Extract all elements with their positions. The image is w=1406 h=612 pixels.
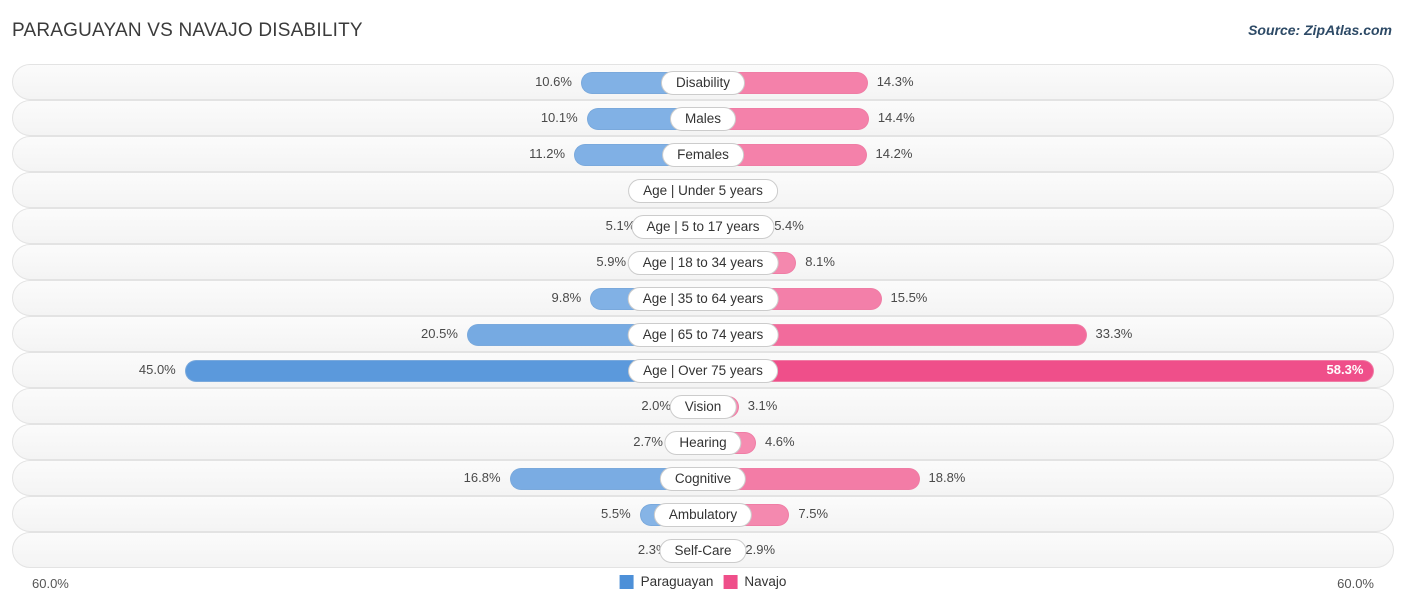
category-label: Age | 5 to 17 years bbox=[631, 215, 775, 239]
legend-label-navajo: Navajo bbox=[744, 574, 787, 589]
value-label-navajo: 58.3% bbox=[1326, 362, 1364, 377]
chart-legend: Paraguayan Navajo bbox=[619, 574, 786, 589]
category-label: Males bbox=[669, 107, 737, 131]
value-label-navajo: 8.1% bbox=[805, 254, 835, 269]
chart-row-inner: 2.3% 2.9% Self-Care bbox=[13, 533, 1393, 567]
category-label: Disability bbox=[660, 71, 746, 95]
value-label-navajo: 15.5% bbox=[890, 290, 928, 305]
chart-row-inner: 10.1% 14.4% Males bbox=[13, 101, 1393, 135]
chart-row-inner: 11.2% 14.2% Females bbox=[13, 137, 1393, 171]
category-label: Self-Care bbox=[659, 539, 747, 563]
value-label-paraguayan: 10.6% bbox=[535, 74, 572, 89]
value-label-navajo: 14.4% bbox=[877, 110, 915, 125]
chart-row: 20.5% 33.3% Age | 65 to 74 years bbox=[12, 316, 1394, 352]
chart-row: 10.1% 14.4% Males bbox=[12, 100, 1394, 136]
legend-item-paraguayan: Paraguayan bbox=[619, 574, 714, 589]
bar-paraguayan bbox=[184, 360, 703, 382]
chart-row: 11.2% 14.2% Females bbox=[12, 136, 1394, 172]
value-label-paraguayan: 2.7% bbox=[633, 434, 663, 449]
value-label-navajo: 14.3% bbox=[876, 74, 914, 89]
chart-row: 5.9% 8.1% Age | 18 to 34 years bbox=[12, 244, 1394, 280]
chart-row-inner: 10.6% 14.3% Disability bbox=[13, 65, 1393, 99]
chart-row: 45.0% 58.3% Age | Over 75 years bbox=[12, 352, 1394, 388]
category-label: Ambulatory bbox=[653, 503, 753, 527]
chart-row: 2.0% 3.1% Vision bbox=[12, 388, 1394, 424]
chart-page: PARAGUAYAN VS NAVAJO DISABILITY Source: … bbox=[0, 0, 1406, 612]
category-label: Hearing bbox=[664, 431, 742, 455]
chart-row: 16.8% 18.8% Cognitive bbox=[12, 460, 1394, 496]
value-label-paraguayan: 10.1% bbox=[540, 110, 578, 125]
axis-label-left: 60.0% bbox=[32, 576, 69, 591]
chart-row-inner: 2.0% 3.1% Vision bbox=[13, 389, 1393, 423]
chart-row-inner: 16.8% 18.8% Cognitive bbox=[13, 461, 1393, 495]
value-label-navajo: 33.3% bbox=[1095, 326, 1133, 341]
chart-row: 10.6% 14.3% Disability bbox=[12, 64, 1394, 100]
bar-navajo bbox=[703, 360, 1375, 382]
chart-row: 9.8% 15.5% Age | 35 to 64 years bbox=[12, 280, 1394, 316]
page-title: PARAGUAYAN VS NAVAJO DISABILITY bbox=[12, 20, 363, 41]
chart-row-inner: 2.7% 4.6% Hearing bbox=[13, 425, 1393, 459]
value-label-navajo: 4.6% bbox=[764, 434, 795, 449]
value-label-paraguayan: 45.0% bbox=[138, 362, 176, 377]
value-label-paraguayan: 20.5% bbox=[421, 326, 458, 341]
chart-row-inner: 5.5% 7.5% Ambulatory bbox=[13, 497, 1393, 531]
value-label-paraguayan: 2.0% bbox=[641, 398, 671, 413]
legend-label-paraguayan: Paraguayan bbox=[640, 574, 714, 589]
legend-swatch-paraguayan bbox=[619, 574, 634, 589]
value-label-paraguayan: 11.2% bbox=[529, 146, 566, 161]
category-label: Age | 35 to 64 years bbox=[627, 287, 779, 311]
chart-row: 2.7% 4.6% Hearing bbox=[12, 424, 1394, 460]
category-label: Age | 18 to 34 years bbox=[627, 251, 779, 275]
category-label: Vision bbox=[669, 395, 737, 419]
value-label-paraguayan: 16.8% bbox=[463, 470, 501, 485]
value-label-navajo: 14.2% bbox=[875, 146, 913, 161]
chart-row-inner: 5.9% 8.1% Age | 18 to 34 years bbox=[13, 245, 1393, 279]
category-label: Age | 65 to 74 years bbox=[627, 323, 779, 347]
diverging-bar-chart: 10.6% 14.3% Disability 10.1% 14.4% Males 11.2%… bbox=[12, 64, 1394, 569]
chart-row-inner: 2.0%1.6%Age | Under 5 years bbox=[13, 173, 1393, 207]
value-label-navajo: 5.4% bbox=[774, 218, 804, 233]
value-label-navajo: 7.5% bbox=[798, 506, 829, 521]
value-label-paraguayan: 5.5% bbox=[601, 506, 631, 521]
chart-footer: 60.0% Paraguayan Navajo 60.0% bbox=[12, 572, 1394, 600]
chart-row: 5.1% 5.4% Age | 5 to 17 years bbox=[12, 208, 1394, 244]
value-label-paraguayan: 9.8% bbox=[551, 290, 582, 305]
chart-row: 5.5% 7.5% Ambulatory bbox=[12, 496, 1394, 532]
page-header: PARAGUAYAN VS NAVAJO DISABILITY Source: … bbox=[0, 0, 1406, 58]
source-attribution: Source: ZipAtlas.com bbox=[1248, 22, 1392, 38]
category-label: Age | Under 5 years bbox=[628, 179, 778, 203]
category-label: Age | Over 75 years bbox=[628, 359, 778, 383]
value-label-navajo: 3.1% bbox=[747, 398, 778, 413]
legend-item-navajo: Navajo bbox=[723, 574, 786, 589]
axis-label-right: 60.0% bbox=[1337, 576, 1374, 591]
category-label: Females bbox=[662, 143, 744, 167]
chart-row-inner: 45.0% 58.3% Age | Over 75 years bbox=[13, 353, 1393, 387]
legend-swatch-navajo bbox=[723, 574, 738, 589]
chart-row-inner: 5.1% 5.4% Age | 5 to 17 years bbox=[13, 209, 1393, 243]
value-label-navajo: 18.8% bbox=[928, 470, 966, 485]
chart-row: 2.3% 2.9% Self-Care bbox=[12, 532, 1394, 568]
chart-row-inner: 9.8% 15.5% Age | 35 to 64 years bbox=[13, 281, 1393, 315]
category-label: Cognitive bbox=[659, 467, 747, 491]
value-label-navajo: 2.9% bbox=[745, 542, 776, 557]
value-label-paraguayan: 5.9% bbox=[596, 254, 627, 269]
chart-row: 2.0%1.6%Age | Under 5 years bbox=[12, 172, 1394, 208]
chart-row-inner: 20.5% 33.3% Age | 65 to 74 years bbox=[13, 317, 1393, 351]
